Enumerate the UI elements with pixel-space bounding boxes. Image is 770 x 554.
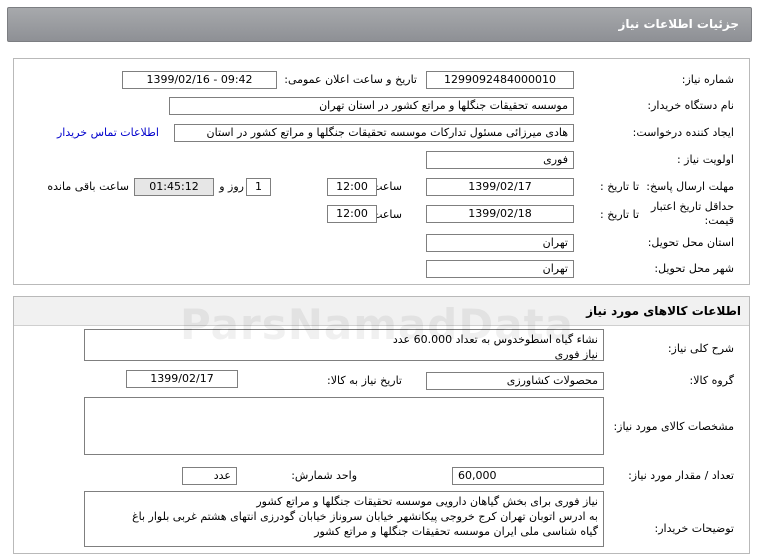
buyer-notes-field: نیاز فوری برای بخش گیاهان دارویی موسسه ت… (84, 491, 604, 547)
need-date-field: 1399/02/17 (126, 370, 238, 388)
priority-field: فوری (426, 151, 574, 169)
remaining-label: ساعت باقی مانده (47, 180, 129, 193)
validity-label-line1: حداقل تاریخ اعتبار (650, 200, 734, 213)
notes-line-3: گیاه شناسی ملی ایران موسسه تحقیقات جنگله… (314, 525, 598, 538)
creator-field: هادی میرزائی مسئول تدارکات موسسه تحقیقات… (174, 124, 574, 142)
city-label: شهر محل تحویل: (654, 262, 734, 275)
remaining-time-field: 01:45:12 (134, 178, 214, 196)
need-info-panel: شماره نیاز: 1299092484000010 تاریخ و ساع… (13, 58, 750, 285)
priority-label: اولویت نیاز : (676, 153, 734, 166)
validity-time-field: 12:00 (327, 205, 377, 223)
group-field: محصولات کشاورزی (426, 372, 604, 390)
buyer-field: موسسه تحقیقات جنگلها و مراتع کشور در است… (169, 97, 574, 115)
contact-info-link[interactable]: اطلاعات تماس خریدار (57, 126, 159, 139)
qty-field: 60,000 (452, 467, 604, 485)
city-field: تهران (426, 260, 574, 278)
desc-label: شرح کلی نیاز: (667, 342, 734, 355)
qty-label: تعداد / مقدار مورد نیاز: (628, 469, 734, 482)
need-number-field: 1299092484000010 (426, 71, 574, 89)
days-label: روز و (219, 180, 244, 193)
send-date-field: 1399/02/17 (426, 178, 574, 196)
need-date-label: تاریخ نیاز به کالا: (327, 374, 402, 387)
watermark-logo: ParsNamadData (180, 300, 574, 349)
announce-label: تاریخ و ساعت اعلان عمومی: (284, 73, 417, 86)
notes-line-2: به ادرس اتوبان تهران کرج خروجی پیکانشهر … (132, 510, 598, 523)
desc-line-2: نیاز فوری (554, 348, 598, 361)
to-date-label: تا تاریخ : (600, 180, 639, 193)
unit-field: عدد (182, 467, 237, 485)
send-time-field: 12:00 (327, 178, 377, 196)
days-field: 1 (246, 178, 271, 196)
page-header: جزئیات اطلاعات نیاز (7, 7, 752, 42)
province-label: استان محل تحویل: (647, 236, 734, 249)
validity-label-line2: قیمت: (704, 214, 734, 227)
page-title: جزئیات اطلاعات نیاز (618, 17, 739, 31)
creator-label: ایجاد کننده درخواست: (632, 126, 734, 139)
buyer-notes-label: توضیحات خریدار: (654, 522, 735, 535)
province-field: تهران (426, 234, 574, 252)
specs-field (84, 397, 604, 455)
group-label: گروه کالا: (689, 374, 734, 387)
unit-label: واحد شمارش: (291, 469, 357, 482)
specs-label: مشخصات کالای مورد نیاز: (613, 420, 734, 433)
send-deadline-label: مهلت ارسال پاسخ: (646, 180, 734, 193)
buyer-label: نام دستگاه خریدار: (647, 99, 734, 112)
goods-section-title: اطلاعات کالاهای مورد نیاز (586, 304, 741, 318)
notes-line-1: نیاز فوری برای بخش گیاهان دارویی موسسه ت… (256, 495, 598, 508)
validity-to-date-label: تا تاریخ : (600, 208, 639, 221)
validity-date-field: 1399/02/18 (426, 205, 574, 223)
need-number-label: شماره نیاز: (681, 73, 734, 86)
announce-field: 1399/02/16 - 09:42 (122, 71, 277, 89)
